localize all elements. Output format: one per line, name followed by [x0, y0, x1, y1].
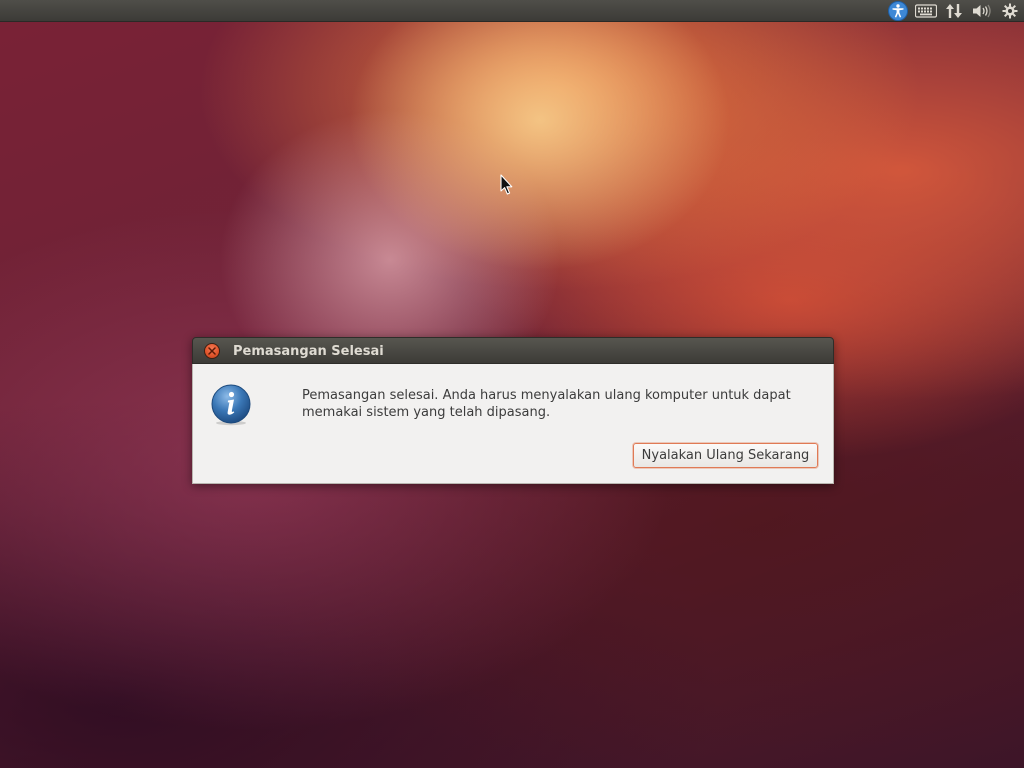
- restart-now-button[interactable]: Nyalakan Ulang Sekarang: [633, 443, 818, 468]
- volume-icon: [973, 4, 991, 18]
- network-icon: [946, 4, 962, 18]
- installation-complete-dialog: Pemasangan Selesai Pemasangan selesai. A…: [192, 337, 834, 484]
- dialog-message: Pemasangan selesai. Anda harus menyalaka…: [302, 388, 791, 420]
- close-icon: [208, 347, 216, 355]
- dialog-title: Pemasangan Selesai: [233, 344, 384, 359]
- session-indicator[interactable]: [996, 0, 1024, 22]
- desktop: Pemasangan Selesai Pemasangan selesai. A…: [0, 0, 1024, 768]
- top-panel: [0, 0, 1024, 22]
- dialog-body: Pemasangan selesai. Anda harus menyalaka…: [192, 364, 834, 484]
- gear-icon: [1002, 3, 1018, 19]
- close-button[interactable]: [204, 343, 220, 359]
- dialog-titlebar[interactable]: Pemasangan Selesai: [192, 337, 834, 364]
- keyboard-indicator[interactable]: [912, 0, 940, 22]
- accessibility-indicator[interactable]: [884, 0, 912, 22]
- info-icon: [210, 384, 252, 426]
- network-indicator[interactable]: [940, 0, 968, 22]
- mouse-pointer-icon: [500, 174, 514, 196]
- panel-indicators: [884, 0, 1024, 22]
- accessibility-icon: [888, 1, 908, 21]
- volume-indicator[interactable]: [968, 0, 996, 22]
- keyboard-icon: [915, 4, 937, 18]
